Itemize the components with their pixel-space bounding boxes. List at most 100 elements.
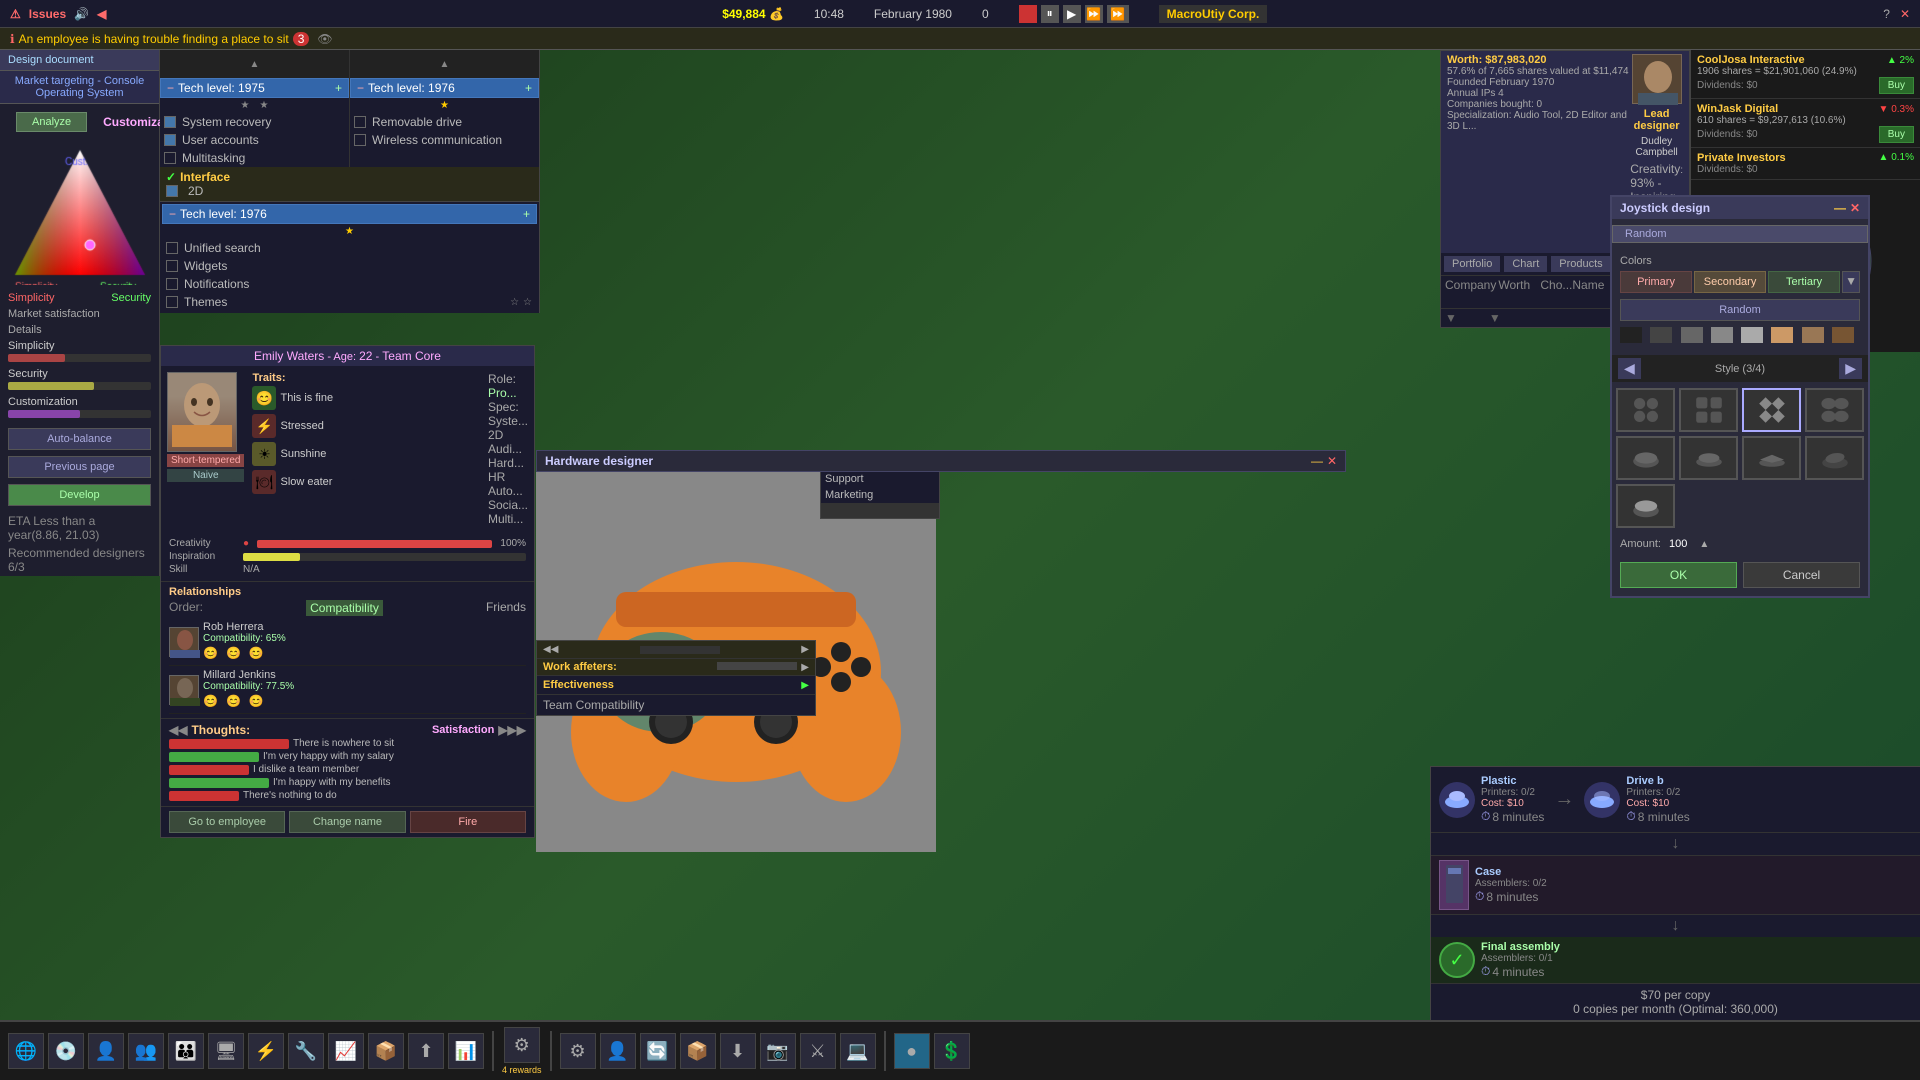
pause-btn[interactable]: ⏸ bbox=[1041, 5, 1059, 23]
checkbox-removable-drive[interactable] bbox=[354, 116, 366, 128]
color-scroll-down[interactable]: ▼ bbox=[1842, 271, 1860, 293]
star-iface[interactable]: ★ bbox=[345, 226, 354, 237]
checkbox-widgets[interactable] bbox=[166, 260, 178, 272]
nav-back[interactable]: ◀◀ bbox=[169, 723, 187, 737]
scroll-down[interactable]: ▶ bbox=[801, 662, 809, 673]
color-black[interactable] bbox=[1620, 327, 1642, 343]
checkbox-2d[interactable] bbox=[166, 185, 178, 197]
tool-monitor[interactable]: 🖥 bbox=[208, 1033, 244, 1069]
tool-box[interactable]: 📦 bbox=[368, 1033, 404, 1069]
tech-minus-left[interactable]: − bbox=[167, 81, 174, 95]
star-2[interactable]: ★ bbox=[260, 100, 269, 111]
color-brown[interactable] bbox=[1802, 327, 1824, 343]
color-medgray[interactable] bbox=[1711, 327, 1733, 343]
products-tab[interactable]: Products bbox=[1551, 256, 1610, 272]
tool-barchar[interactable]: 📊 bbox=[448, 1033, 484, 1069]
secondary-tab[interactable]: Secondary bbox=[1694, 271, 1766, 293]
hr-marketing[interactable]: Marketing bbox=[821, 487, 939, 503]
button-style-7[interactable] bbox=[1742, 436, 1801, 480]
hr-support[interactable]: Support bbox=[821, 471, 939, 487]
checkbox-themes[interactable] bbox=[166, 296, 178, 308]
sort-worth[interactable]: ▼ bbox=[1489, 311, 1501, 325]
theme-star-1[interactable]: ☆ bbox=[510, 297, 519, 308]
checkbox-unified-search[interactable] bbox=[166, 242, 178, 254]
checkbox-multitasking[interactable] bbox=[164, 152, 176, 164]
button-style-9[interactable] bbox=[1616, 484, 1675, 528]
color-darkbrown[interactable] bbox=[1832, 327, 1854, 343]
nav-forward[interactable]: ▶▶▶ bbox=[498, 723, 526, 737]
tool-arrows[interactable]: 🔄 bbox=[640, 1033, 676, 1069]
theme-star-2[interactable]: ☆ bbox=[523, 297, 532, 308]
tool-disc[interactable]: 💿 bbox=[48, 1033, 84, 1069]
work-scroll-right[interactable]: ▶ bbox=[801, 644, 809, 655]
auto-balance-button[interactable]: Auto-balance bbox=[8, 428, 151, 450]
play-btn[interactable]: ▶ bbox=[1063, 5, 1081, 23]
star-3[interactable]: ★ bbox=[440, 100, 449, 111]
work-scroll-bar[interactable] bbox=[640, 646, 720, 654]
star-1[interactable]: ★ bbox=[241, 100, 250, 111]
tool-chart[interactable]: 📈 bbox=[328, 1033, 364, 1069]
tool-upload[interactable]: ⬆ bbox=[408, 1033, 444, 1069]
close-modal[interactable]: ✕ bbox=[1850, 201, 1860, 215]
button-style-4[interactable] bbox=[1805, 388, 1864, 432]
tool-laptop[interactable]: 💻 bbox=[840, 1033, 876, 1069]
tech-plus-left[interactable]: + bbox=[335, 81, 342, 95]
analyze-button[interactable]: Analyze bbox=[16, 112, 87, 132]
ffwd-btn[interactable]: ⏩ bbox=[1085, 5, 1103, 23]
tool-people[interactable]: 👥 bbox=[128, 1033, 164, 1069]
amount-up[interactable]: ▲ bbox=[1699, 539, 1709, 550]
tool-gear2[interactable]: ⚙ bbox=[560, 1033, 596, 1069]
checkbox-notifications[interactable] bbox=[166, 278, 178, 290]
scroll-up-left[interactable]: ▲ bbox=[160, 50, 349, 78]
ffwd2-btn[interactable]: ⏩ bbox=[1107, 5, 1129, 23]
ok-button[interactable]: OK bbox=[1620, 562, 1737, 588]
tool-globe[interactable]: 🌐 bbox=[8, 1033, 44, 1069]
button-style-3[interactable] bbox=[1742, 388, 1801, 432]
button-style-1[interactable] bbox=[1616, 388, 1675, 432]
work-scroll-left[interactable]: ◀◀ bbox=[543, 644, 558, 655]
style-next-button[interactable]: ▶ bbox=[1839, 358, 1862, 379]
portfolio-tab[interactable]: Portfolio bbox=[1444, 256, 1500, 272]
tool-dollar[interactable]: 💲 bbox=[934, 1033, 970, 1069]
color-random-btn[interactable]: Random bbox=[1620, 299, 1860, 321]
tech-minus-right[interactable]: − bbox=[357, 81, 364, 95]
color-darkgray[interactable] bbox=[1650, 327, 1672, 343]
fire-button[interactable]: Fire bbox=[410, 811, 526, 833]
hr-scrollbar[interactable] bbox=[821, 503, 939, 518]
tertiary-tab[interactable]: Tertiary bbox=[1768, 271, 1840, 293]
go-to-employee-button[interactable]: Go to employee bbox=[169, 811, 285, 833]
minimize-hardware[interactable]: — bbox=[1311, 454, 1323, 468]
chart-tab[interactable]: Chart bbox=[1504, 256, 1547, 272]
compat-tab[interactable]: Compatibility bbox=[306, 600, 383, 616]
tool-lightning[interactable]: ⚡ bbox=[248, 1033, 284, 1069]
customization-slider[interactable]: Customization bbox=[0, 394, 159, 422]
color-gray[interactable] bbox=[1681, 327, 1703, 343]
tool-camera[interactable]: 📷 bbox=[760, 1033, 796, 1069]
prev-icon[interactable]: ◀ bbox=[97, 7, 106, 21]
tool-person2[interactable]: 👤 bbox=[600, 1033, 636, 1069]
checkbox-wireless-comm[interactable] bbox=[354, 134, 366, 146]
tech-plus-iface[interactable]: + bbox=[523, 207, 530, 221]
stop-btn[interactable] bbox=[1019, 5, 1037, 23]
tech-minus-iface[interactable]: − bbox=[169, 207, 176, 221]
tool-family[interactable]: 👪 bbox=[168, 1033, 204, 1069]
winjask-buy-button[interactable]: Buy bbox=[1879, 126, 1914, 143]
button-style-5[interactable] bbox=[1616, 436, 1675, 480]
develop-button[interactable]: Develop bbox=[8, 484, 151, 506]
simplicity-slider[interactable]: Simplicity bbox=[0, 338, 159, 366]
friends-tab[interactable]: Friends bbox=[486, 600, 526, 616]
color-tan[interactable] bbox=[1771, 327, 1793, 343]
primary-tab[interactable]: Primary bbox=[1620, 271, 1692, 293]
checkbox-user-accounts[interactable] bbox=[164, 134, 176, 146]
cooljosa-buy-button[interactable]: Buy bbox=[1879, 77, 1914, 94]
tool-sword[interactable]: ⚔ bbox=[800, 1033, 836, 1069]
change-name-button[interactable]: Change name bbox=[289, 811, 405, 833]
tool-wrench[interactable]: 🔧 bbox=[288, 1033, 324, 1069]
speaker-icon[interactable]: 🔊 bbox=[74, 7, 89, 21]
button-style-2[interactable] bbox=[1679, 388, 1738, 432]
cancel-button[interactable]: Cancel bbox=[1743, 562, 1860, 588]
previous-page-button[interactable]: Previous page bbox=[8, 456, 151, 478]
notif-dismiss[interactable]: 👁 bbox=[317, 32, 332, 46]
color-lightgray[interactable] bbox=[1741, 327, 1763, 343]
tool-down[interactable]: ⬇ bbox=[720, 1033, 756, 1069]
